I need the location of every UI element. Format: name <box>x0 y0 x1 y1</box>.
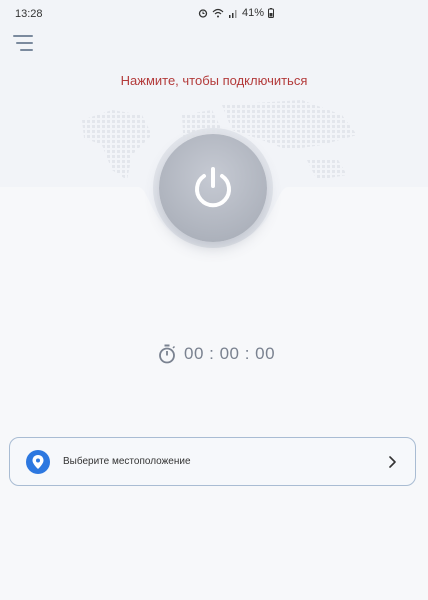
status-bar: 13:28 41% <box>0 0 428 28</box>
alarm-icon <box>198 9 208 18</box>
timer-value: 00 : 00 : 00 <box>184 344 276 363</box>
wifi-icon <box>212 8 224 18</box>
location-pin-icon <box>32 455 44 469</box>
status-time: 13:28 <box>15 8 43 20</box>
chevron-right-icon <box>389 456 396 468</box>
signal-icon <box>229 10 237 18</box>
connect-prompt: Нажмите, чтобы подключиться <box>120 73 308 88</box>
battery-percent: 41% <box>242 7 265 19</box>
connect-button[interactable] <box>159 134 267 242</box>
power-icon <box>195 167 231 208</box>
status-icons: 41% <box>198 7 275 19</box>
menu-icon[interactable] <box>13 34 33 52</box>
content-panel <box>0 187 428 600</box>
connection-timer: 00 : 00 : 00 <box>158 344 275 364</box>
stopwatch-icon <box>159 344 176 364</box>
location-pin-badge <box>26 450 50 474</box>
battery-icon <box>268 8 275 18</box>
location-label: Выберите местоположение <box>63 456 191 467</box>
location-selector[interactable]: Выберите местоположение <box>9 437 416 486</box>
